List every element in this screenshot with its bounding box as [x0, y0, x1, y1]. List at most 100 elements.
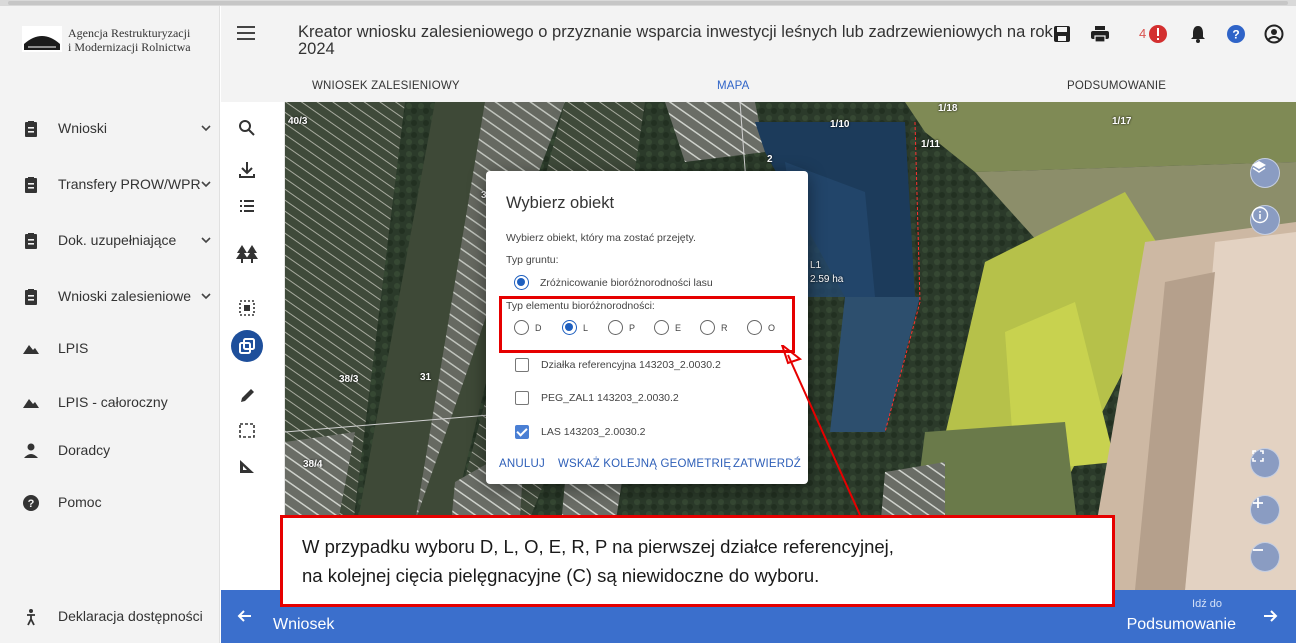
search-icon[interactable]: [233, 114, 261, 142]
sidebar-item-doradcy[interactable]: Doradcy: [0, 430, 220, 470]
sidebar-item-label: LPIS - całoroczny: [58, 394, 168, 410]
info-icon: [1251, 206, 1269, 224]
plus-icon: [1253, 498, 1263, 508]
tab-wniosek-zalesieniowy[interactable]: WNIOSEK ZALESIENIOWY: [312, 80, 460, 92]
pencil-icon[interactable]: [233, 382, 261, 410]
annotation-arrow: [780, 345, 861, 516]
page-title: Kreator wniosku zalesieniowego o przyzna…: [298, 23, 1053, 58]
help-icon: ?: [23, 495, 39, 511]
parcel-label: 1/11: [921, 139, 940, 150]
sidebar-item-lpis-caloroczny[interactable]: LPIS - całoroczny: [0, 382, 220, 422]
parcel-label: 1/18: [938, 103, 958, 114]
sidebar-item-deklaracja[interactable]: Deklaracja dostępności: [0, 596, 220, 636]
arrow-right-icon[interactable]: [1260, 606, 1280, 626]
menu-icon[interactable]: [237, 26, 255, 40]
cancel-button[interactable]: ANULUJ: [499, 458, 545, 470]
object-label: LAS 143203_2.0030.2: [541, 426, 646, 438]
scroll-track: [8, 1, 1288, 5]
sidebar-item-label: Wnioski: [58, 120, 108, 136]
sidebar-item-wnioski[interactable]: Wnioski: [0, 108, 220, 148]
sidebar-item-pomoc[interactable]: ? Pomoc: [0, 482, 220, 522]
save-icon[interactable]: [1052, 24, 1072, 44]
tab-bar: WNIOSEK ZALESIENIOWY MAPA PODSUMOWANIE: [221, 80, 1296, 102]
measure-angle-icon[interactable]: [233, 452, 261, 480]
object-checkbox-dzialka[interactable]: [515, 358, 529, 372]
parcel-label: 38/4: [303, 459, 323, 470]
sidebar-item-label: Doradcy: [58, 442, 111, 458]
chevron-down-icon: [201, 125, 211, 132]
ground-type-option-label: Zróżnicowanie bioróżnorodności lasu: [540, 277, 713, 289]
dialog-title: Wybierz obiekt: [506, 194, 615, 212]
sidebar-item-dok-uzupelniajace[interactable]: Dok. uzupełniające: [0, 220, 220, 260]
parcel-label: 40/3: [288, 116, 308, 127]
info-button[interactable]: [1250, 205, 1280, 235]
fullscreen-icon: [1252, 450, 1264, 462]
chevron-down-icon: [201, 181, 211, 188]
sidebar-item-label: Wnioski zalesieniowe: [58, 288, 192, 304]
sidebar-item-wnioski-zalesieniowe[interactable]: Wnioski zalesieniowe: [0, 276, 220, 316]
parcel-label: 2: [767, 154, 773, 165]
zoom-in-button[interactable]: [1250, 495, 1280, 525]
object-checkbox-peg-zal1[interactable]: [515, 391, 529, 405]
sidebar-item-label: Dok. uzupełniające: [58, 232, 177, 248]
dialog-description: Wybierz obiekt, który ma zostać przejęty…: [506, 232, 696, 244]
sidebar-item-label: Pomoc: [58, 494, 102, 510]
bell-icon[interactable]: [1188, 24, 1208, 44]
download-icon[interactable]: [233, 156, 261, 184]
svg-text:?: ?: [28, 498, 35, 510]
prev-step-label[interactable]: Wniosek: [273, 616, 334, 634]
brand-line-2: i Modernizacji Rolnictwa: [68, 40, 191, 54]
chevron-down-icon: [201, 237, 211, 244]
sidebar-item-lpis[interactable]: LPIS: [0, 328, 220, 368]
map-toolbar: [221, 102, 285, 590]
layers-button[interactable]: [1250, 158, 1280, 188]
arrow-left-icon[interactable]: [235, 606, 255, 626]
print-icon[interactable]: [1090, 24, 1110, 44]
next-step-hint: Idź do: [1192, 598, 1222, 610]
brand-name: Agencja Restrukturyzacji i Modernizacji …: [68, 26, 191, 54]
parcel-label: 31: [420, 372, 432, 383]
accessibility-icon: [27, 609, 35, 626]
annotation-line-1: W przypadku wyboru D, L, O, E, R, P na p…: [302, 536, 894, 557]
ground-type-radio[interactable]: [514, 275, 529, 290]
tab-podsumowanie[interactable]: PODSUMOWANIE: [1067, 80, 1166, 92]
next-geometry-button[interactable]: WSKAŻ KOLEJNĄ GEOMETRIĘ: [558, 458, 731, 470]
app-header: Kreator wniosku zalesieniowego o przyzna…: [221, 6, 1296, 102]
annotation-callout: W przypadku wyboru D, L, O, E, R, P na p…: [280, 515, 1115, 607]
fullscreen-button[interactable]: [1250, 448, 1280, 478]
take-over-object-icon[interactable]: [231, 330, 263, 362]
sidebar-item-transfery[interactable]: Transfery PROW/WPR: [0, 164, 220, 204]
brand-line-1: Agencja Restrukturyzacji: [68, 26, 191, 40]
terrain-icon: [23, 399, 39, 408]
sidebar-item-label: Transfery PROW/WPR: [58, 176, 201, 192]
object-label: Działka referencyjna 143203_2.0030.2: [541, 359, 721, 371]
parcel-label: L1: [810, 260, 822, 271]
sidebar-item-label: LPIS: [58, 340, 89, 356]
clipboard-icon: [25, 289, 37, 305]
header-actions: 4 ?: [1036, 24, 1296, 48]
rectangle-icon[interactable]: [233, 416, 261, 444]
tab-mapa[interactable]: MAPA: [717, 80, 750, 92]
parcel-label: 1/10: [830, 119, 850, 130]
help-icon[interactable]: ?: [1226, 24, 1246, 44]
minus-icon: [1253, 549, 1263, 551]
zoom-out-button[interactable]: [1250, 542, 1280, 572]
object-label: PEG_ZAL1 143203_2.0030.2: [541, 392, 679, 404]
layers-icon: [1252, 161, 1266, 173]
object-checkbox-las[interactable]: [515, 425, 529, 439]
clipboard-icon: [25, 177, 37, 193]
ground-type-label: Typ gruntu:: [506, 254, 559, 266]
forest-icon[interactable]: [233, 240, 261, 268]
svg-text:?: ?: [1232, 28, 1239, 42]
clipboard-icon: [25, 121, 37, 137]
person-icon: [24, 443, 38, 458]
error-icon[interactable]: [1148, 24, 1168, 44]
sidebar-item-label: Deklaracja dostępności: [58, 608, 203, 624]
list-icon[interactable]: [233, 192, 261, 220]
next-step-label[interactable]: Podsumowanie: [1127, 616, 1236, 634]
annotation-line-2: na kolejnej cięcia pielęgnacyjne (C) są …: [302, 565, 820, 586]
select-area-icon[interactable]: [233, 294, 261, 322]
chevron-down-icon: [201, 293, 211, 300]
account-icon[interactable]: [1264, 24, 1284, 44]
sidebar: Agencja Restrukturyzacji i Modernizacji …: [0, 6, 220, 643]
